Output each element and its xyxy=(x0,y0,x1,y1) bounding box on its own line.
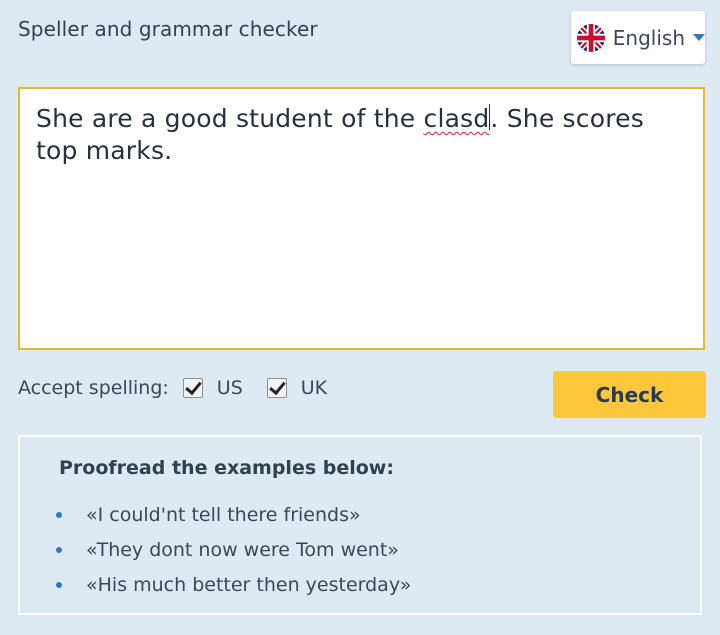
example-text: «His much better then yesterday» xyxy=(86,573,412,596)
uk-checkbox-label: UK xyxy=(300,377,328,399)
bullet-icon xyxy=(56,546,62,553)
uk-flag-icon xyxy=(577,23,605,52)
bullet-icon xyxy=(56,511,62,518)
example-item[interactable]: «His much better then yesterday» xyxy=(56,567,411,602)
examples-list: «I could'nt tell there friends» «They do… xyxy=(56,497,411,602)
editor-text-before: She are a good student of the xyxy=(36,104,424,133)
examples-title: Proofread the examples below: xyxy=(59,457,394,479)
example-item[interactable]: «They dont now were Tom went» xyxy=(56,532,411,567)
language-label: English xyxy=(612,25,685,50)
example-text: «They dont now were Tom went» xyxy=(86,538,399,561)
text-input-area[interactable]: She are a good student of the clasd. She… xyxy=(18,87,705,350)
chevron-down-icon xyxy=(693,34,705,41)
example-text: «I could'nt tell there friends» xyxy=(86,503,361,526)
example-item[interactable]: «I could'nt tell there friends» xyxy=(56,497,411,532)
accept-spelling-row: Accept spelling: US UK xyxy=(18,373,327,403)
language-selector[interactable]: English xyxy=(571,11,705,64)
misspelled-word[interactable]: clasd xyxy=(424,104,490,133)
page-title: Speller and grammar checker xyxy=(18,17,318,41)
check-button[interactable]: Check xyxy=(553,371,706,418)
examples-panel: Proofread the examples below: «I could'n… xyxy=(18,435,702,615)
us-checkbox[interactable] xyxy=(182,378,203,398)
uk-checkbox[interactable] xyxy=(266,378,287,398)
accept-spelling-label: Accept spelling: xyxy=(18,377,169,399)
us-checkbox-label: US xyxy=(216,377,243,399)
bullet-icon xyxy=(56,581,62,588)
